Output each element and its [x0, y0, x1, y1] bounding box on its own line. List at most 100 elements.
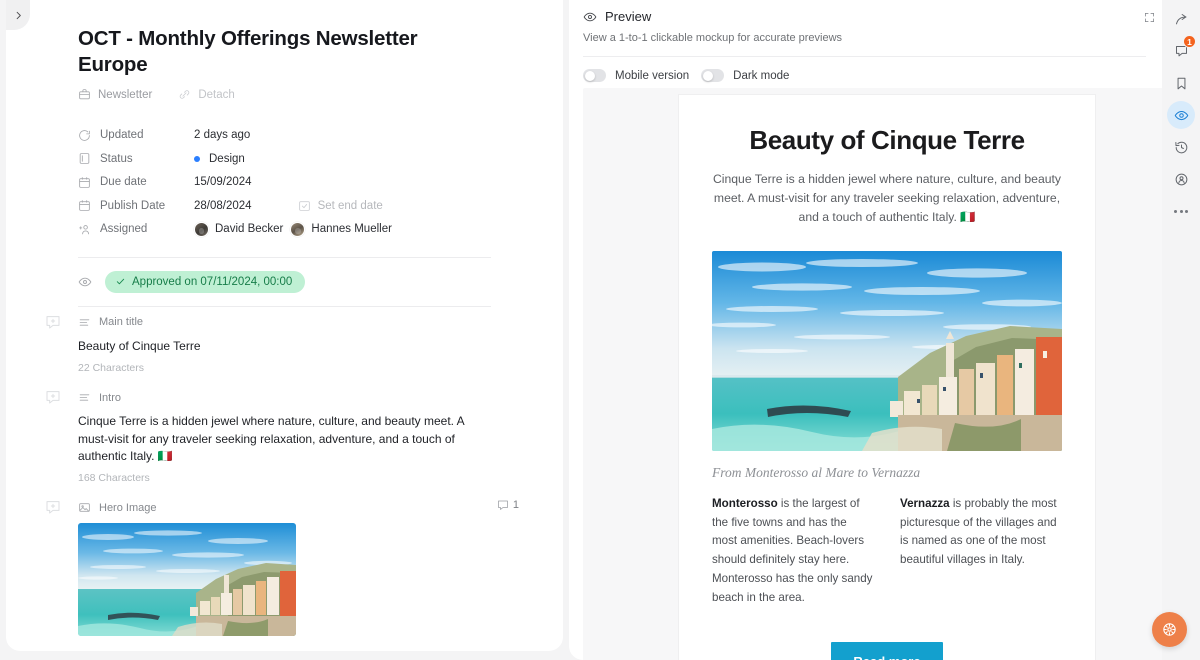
rail-more-button[interactable]: [1167, 197, 1195, 225]
mockup-column-lead: Vernazza: [900, 496, 950, 510]
app-root: OCT - Monthly Offerings Newsletter Europ…: [0, 0, 1200, 660]
metadata-value-publish-date[interactable]: 28/08/2024: [194, 200, 252, 212]
right-rail: 1: [1162, 0, 1200, 660]
history-clock-icon: [1174, 141, 1187, 153]
toggle-label: Mobile version: [615, 69, 690, 82]
page-title: OCT - Monthly Offerings Newsletter Europ…: [78, 27, 418, 76]
preview-stage: Beauty of Cinque Terre Cinque Terre is a…: [583, 88, 1162, 660]
character-count: 22 Characters: [78, 362, 144, 375]
metadata-label-updated: Updated: [78, 129, 194, 142]
field-label: Hero Image: [99, 501, 157, 514]
preview-panel: Preview View a 1-to-1 clickable mockup f…: [569, 0, 1162, 660]
cinque-terre-photo: [78, 523, 296, 637]
preview-subtitle: View a 1-to-1 clickable mockup for accur…: [583, 32, 843, 44]
preview-title-row: Preview: [583, 9, 1146, 24]
status-badge[interactable]: Design: [194, 153, 245, 165]
person-refresh-icon: [1175, 173, 1187, 185]
rail-history-button[interactable]: [1167, 133, 1195, 161]
add-comment-icon[interactable]: [45, 499, 61, 515]
comment-count-value: 1: [512, 499, 519, 512]
document-type-chip[interactable]: Newsletter: [78, 88, 152, 101]
metadata-value-due-date[interactable]: 15/09/2024: [194, 176, 252, 188]
fullscreen-button[interactable]: [1138, 6, 1160, 28]
rail-person-refresh-button[interactable]: [1167, 165, 1195, 193]
field-label: Intro: [99, 391, 122, 404]
detach-label: Detach: [198, 88, 235, 101]
unlink-icon: [180, 90, 190, 99]
comment-count-badge[interactable]: 1: [497, 499, 519, 511]
preview-toggles: Mobile version Dark mode: [569, 57, 1162, 82]
text-lines-icon: [79, 319, 90, 326]
rail-preview-button[interactable]: [1167, 101, 1195, 129]
field-main-title: Main title Beauty of Cinque Terre 22 Cha…: [46, 315, 491, 375]
calendar-check-icon: [298, 201, 310, 211]
document-body: OCT - Monthly Offerings Newsletter Europ…: [6, 0, 563, 651]
field-intro: Intro Cinque Terre is a hidden jewel whe…: [46, 391, 491, 484]
toggle-switch[interactable]: [701, 69, 725, 82]
metadata-label-text: Updated: [100, 129, 144, 141]
toggle-mobile-version[interactable]: Mobile version: [583, 69, 689, 82]
metadata-label-text: Assigned: [100, 223, 148, 235]
add-person-icon: [79, 224, 89, 234]
text-lines-icon: [79, 394, 90, 401]
field-header: Main title: [78, 316, 491, 329]
metadata-label-due-date: Due date: [78, 176, 194, 189]
toggle-label: Dark mode: [733, 69, 790, 82]
document-panel: OCT - Monthly Offerings Newsletter Europ…: [6, 0, 563, 651]
metadata-row-due-date: Due date 15/09/2024: [78, 170, 491, 194]
status-dot-icon: [194, 155, 200, 162]
metadata-list: Updated 2 days ago Status Design Due dat…: [78, 123, 491, 241]
metadata-value-updated[interactable]: 2 days ago: [194, 129, 250, 141]
detach-button[interactable]: Detach: [178, 88, 235, 101]
toggle-dark-mode[interactable]: Dark mode: [701, 69, 789, 82]
calendar-publish-icon: [79, 200, 90, 211]
field-header: Intro: [78, 391, 491, 404]
metadata-row-status: Status Design: [78, 147, 491, 171]
rail-comments-button[interactable]: 1: [1167, 35, 1196, 65]
status-icon: [79, 153, 90, 164]
avatar: [290, 221, 306, 237]
share-icon: [1175, 13, 1186, 24]
metadata-label-publish-date: Publish Date: [78, 199, 194, 212]
metadata-row-assigned: Assigned David Becker Hannes Mueller: [78, 217, 491, 241]
bookmark-icon: [1177, 77, 1185, 89]
help-fab-button[interactable]: [1152, 612, 1187, 647]
briefcase-icon: [79, 89, 90, 100]
metadata-row-publish-date: Publish Date 28/08/2024 Set end date: [78, 194, 491, 218]
assignee-name: David Becker: [215, 223, 284, 235]
set-end-date-label: Set end date: [317, 199, 383, 212]
mockup-caption: From Monterosso al Mare to Vernazza: [712, 464, 921, 480]
rail-bookmark-button[interactable]: [1167, 69, 1195, 97]
metadata-label-assigned: Assigned: [78, 223, 194, 236]
add-comment-icon[interactable]: [45, 314, 61, 330]
newsletter-mockup: Beauty of Cinque Terre Cinque Terre is a…: [679, 95, 1095, 660]
more-dots-icon: [1174, 209, 1188, 213]
approved-badge[interactable]: Approved on 07/11/2024, 00:00: [105, 270, 306, 293]
preview-header: Preview View a 1-to-1 clickable mockup f…: [569, 0, 1162, 57]
hero-image-thumbnail[interactable]: [78, 523, 296, 637]
comment-icon: [498, 500, 508, 511]
field-value-main-title[interactable]: Beauty of Cinque Terre: [78, 338, 491, 355]
field-value-intro[interactable]: Cinque Terre is a hidden jewel where nat…: [78, 413, 491, 465]
add-comment-icon[interactable]: [45, 389, 61, 405]
rail-share-button[interactable]: [1167, 5, 1195, 33]
eye-icon[interactable]: [78, 275, 92, 289]
field-header: Hero Image: [78, 501, 491, 514]
mockup-columns: Monterosso is the largest of the five to…: [712, 495, 1062, 608]
assignee-chip[interactable]: David Becker: [194, 221, 284, 237]
compass-icon: [1163, 623, 1176, 636]
assignee-chip[interactable]: Hannes Mueller: [290, 221, 392, 237]
history-icon: [79, 129, 90, 141]
metadata-row-updated: Updated 2 days ago: [78, 123, 491, 147]
calendar-due-icon: [79, 176, 90, 188]
field-label: Main title: [99, 316, 144, 329]
set-end-date-button[interactable]: Set end date: [298, 199, 383, 212]
mockup-column-text: is the largest of the five towns and has…: [712, 496, 873, 604]
assignee-list: David Becker Hannes Mueller: [194, 221, 392, 237]
mockup-intro: Cinque Terre is a hidden jewel where nat…: [712, 172, 1061, 224]
toggle-switch[interactable]: [583, 69, 606, 82]
metadata-label-text: Status: [100, 152, 133, 165]
expand-icon: [1144, 12, 1154, 22]
read-more-button[interactable]: Read more: [831, 642, 943, 660]
field-hero-image: 1 Hero Image: [46, 499, 519, 651]
